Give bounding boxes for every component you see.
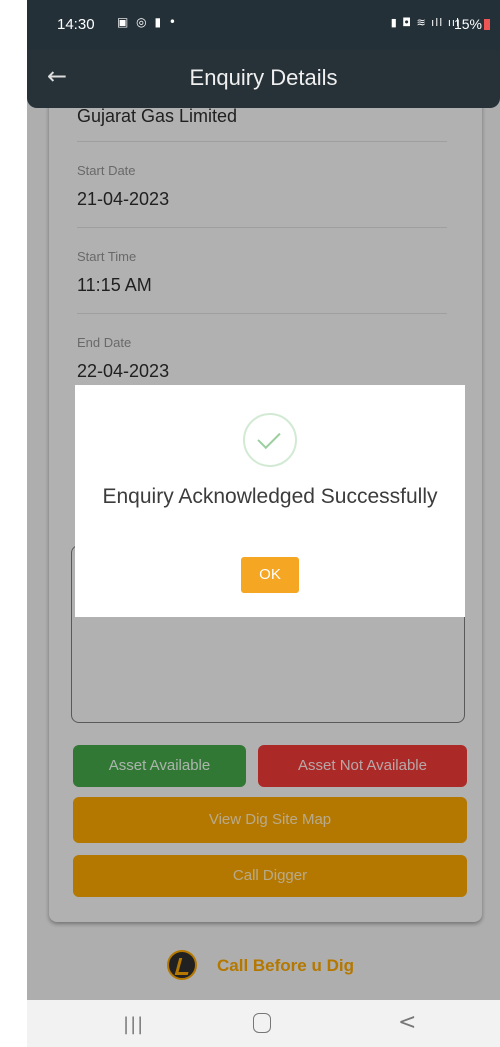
phone-screen: Gujarat Gas Limited Start Date 21-04-202… [27, 0, 500, 1047]
battery-level: 15% [453, 16, 482, 32]
check-circle-icon [243, 413, 297, 467]
status-time: 14:30 [57, 16, 95, 33]
nav-back-icon[interactable]: < [398, 1010, 416, 1035]
battery-icon [484, 19, 490, 30]
ok-button[interactable]: OK [241, 557, 299, 593]
success-dialog: Enquiry Acknowledged Successfully OK [75, 385, 465, 617]
status-bar: 14:30 ▣ ◎ ▮ • ▮ ◘ ≋ ıll ııl 15% [27, 0, 500, 50]
dialog-message: Enquiry Acknowledged Successfully [102, 485, 438, 508]
app-bar: ← Enquiry Details [27, 50, 500, 108]
page-title: Enquiry Details [189, 65, 338, 90]
signal-icons: ▮ ◘ ≋ ıll ııl [390, 16, 460, 29]
notification-icons: ▣ ◎ ▮ • [117, 15, 178, 29]
home-icon[interactable] [253, 1013, 271, 1033]
battery-indicator: 15% [454, 16, 490, 32]
system-nav-bar: ||| < [27, 1000, 500, 1047]
recent-apps-icon[interactable]: ||| [123, 1014, 144, 1035]
